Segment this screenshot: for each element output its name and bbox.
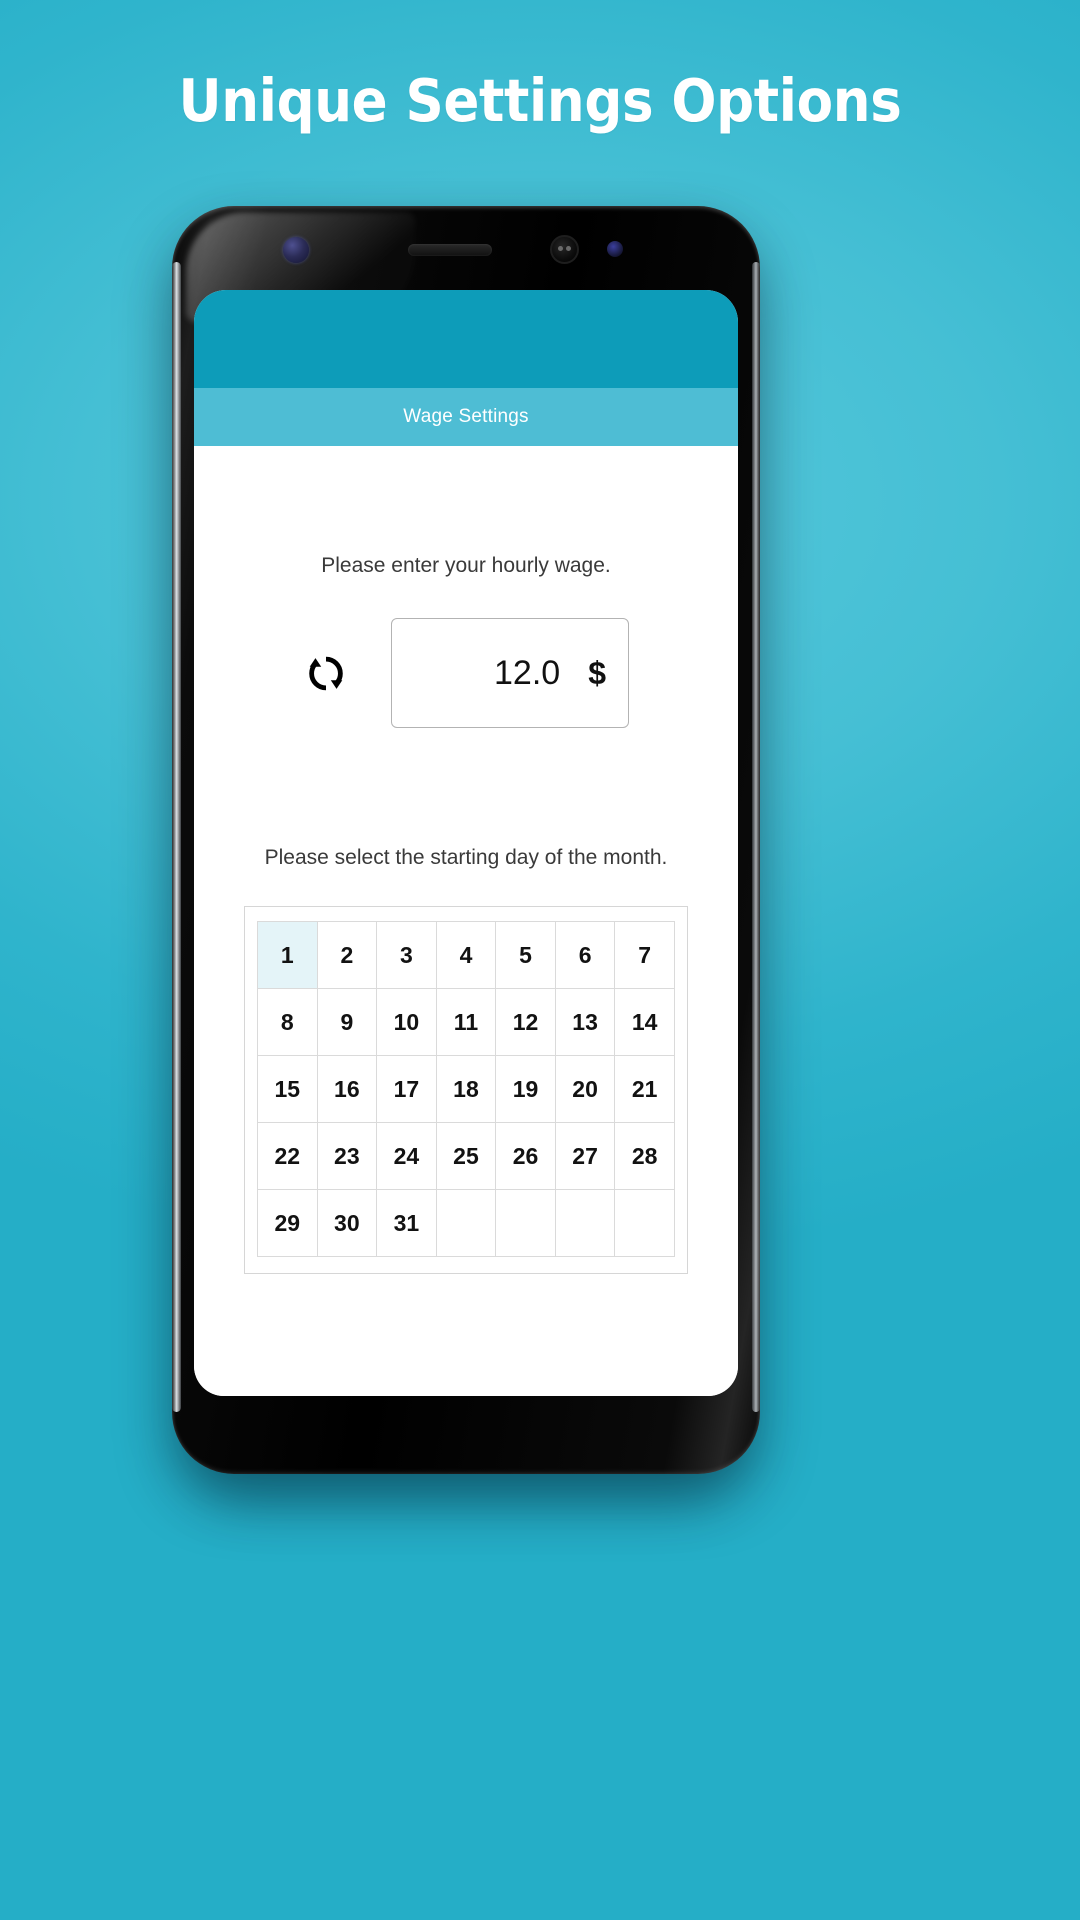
day-cell-22[interactable]: 22 <box>257 1122 318 1190</box>
day-cell-8[interactable]: 8 <box>257 988 318 1056</box>
day-cell-19[interactable]: 19 <box>495 1055 556 1123</box>
day-cell-23[interactable]: 23 <box>316 1122 378 1190</box>
status-bar <box>194 290 738 388</box>
iris-scanner-icon <box>283 237 309 263</box>
day-cell-16[interactable]: 16 <box>316 1055 378 1123</box>
phone-screen: Wage Settings Please enter your hourly w… <box>194 290 738 1396</box>
phone-right-rim <box>752 262 760 1412</box>
day-cell-empty <box>554 1189 616 1257</box>
day-picker-row: 8 9 10 11 12 13 14 <box>257 988 675 1056</box>
day-picker-row: 15 16 17 18 19 20 21 <box>257 1055 675 1123</box>
wage-input-row: 12.0 $ <box>194 618 738 728</box>
day-cell-12[interactable]: 12 <box>495 988 556 1056</box>
day-picker-row: 22 23 24 25 26 27 28 <box>257 1122 675 1190</box>
day-cell-15[interactable]: 15 <box>257 1055 318 1123</box>
day-cell-3[interactable]: 3 <box>376 921 437 989</box>
status-led-icon <box>607 241 623 257</box>
day-cell-5[interactable]: 5 <box>495 921 556 989</box>
day-cell-empty <box>435 1189 497 1257</box>
front-camera-icon <box>550 235 579 264</box>
day-cell-29[interactable]: 29 <box>257 1189 318 1257</box>
day-cell-18[interactable]: 18 <box>435 1055 497 1123</box>
phone-body: Wage Settings Please enter your hourly w… <box>172 206 760 1474</box>
day-cell-2[interactable]: 2 <box>316 921 378 989</box>
app-bar-title: Wage Settings <box>403 406 529 427</box>
page-headline: Unique Settings Options <box>178 66 902 135</box>
day-cell-13[interactable]: 13 <box>554 988 616 1056</box>
day-cell-24[interactable]: 24 <box>376 1122 437 1190</box>
day-cell-17[interactable]: 17 <box>376 1055 437 1123</box>
day-cell-14[interactable]: 14 <box>614 988 675 1056</box>
day-cell-26[interactable]: 26 <box>495 1122 556 1190</box>
phone-sensor-bezel <box>172 206 760 294</box>
day-cell-28[interactable]: 28 <box>614 1122 675 1190</box>
app-bar: Wage Settings <box>194 388 738 446</box>
earpiece-speaker-icon <box>408 244 492 256</box>
currency-symbol: $ <box>588 654 606 691</box>
day-cell-10[interactable]: 10 <box>376 988 437 1056</box>
wage-input-field[interactable]: 12.0 $ <box>391 618 629 728</box>
wage-value: 12.0 <box>494 653 561 692</box>
day-cell-empty <box>495 1189 556 1257</box>
wage-prompt-label: Please enter your hourly wage. <box>321 554 611 577</box>
day-cell-4[interactable]: 4 <box>435 921 497 989</box>
day-cell-27[interactable]: 27 <box>554 1122 616 1190</box>
day-cell-1[interactable]: 1 <box>257 921 318 989</box>
day-cell-25[interactable]: 25 <box>435 1122 497 1190</box>
day-cell-9[interactable]: 9 <box>316 988 378 1056</box>
day-cell-30[interactable]: 30 <box>316 1189 378 1257</box>
day-cell-6[interactable]: 6 <box>554 921 616 989</box>
phone-mockup: Wage Settings Please enter your hourly w… <box>150 198 770 1498</box>
day-picker-row: 1234567 <box>257 921 675 989</box>
day-cell-31[interactable]: 31 <box>376 1189 437 1257</box>
day-cell-7[interactable]: 7 <box>614 921 675 989</box>
refresh-icon[interactable] <box>303 650 349 696</box>
screen-content: Please enter your hourly wage. 12.0 $ Pl… <box>194 554 738 1396</box>
phone-left-rim <box>172 262 181 1412</box>
day-picker-panel: 1 2 3 4 5 6 7 8 9 10 11 12 13 14 15 16 17 18 19 20 21 22 23 24 2… <box>244 906 688 1274</box>
starting-day-prompt-label: Please select the starting day of the mo… <box>264 846 668 869</box>
day-cell-21[interactable]: 21 <box>614 1055 675 1123</box>
day-cell-20[interactable]: 20 <box>554 1055 616 1123</box>
day-cell-11[interactable]: 11 <box>435 988 497 1056</box>
day-cell-empty <box>614 1189 675 1257</box>
day-picker-row: 29 30 31 <box>257 1189 675 1257</box>
day-picker-grid[interactable]: 1 2 3 4 5 6 7 8 9 10 11 12 13 14 15 16 17 18 19 20 21 22 23 24 2… <box>257 921 675 1257</box>
